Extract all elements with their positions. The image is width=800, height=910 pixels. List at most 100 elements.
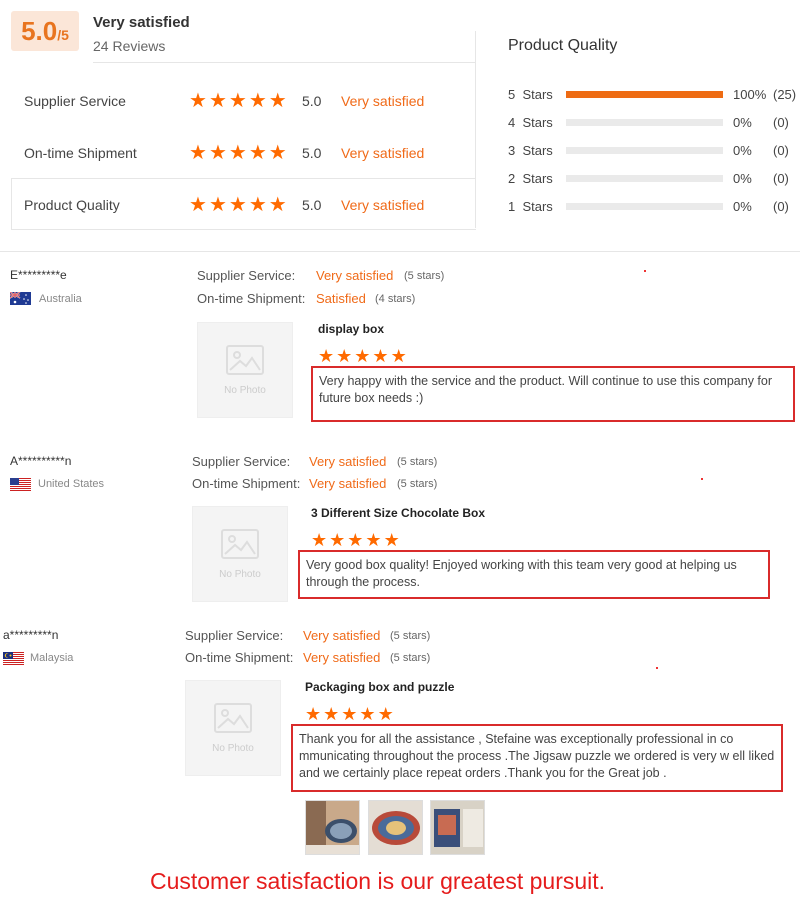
panel-highlight-left (11, 178, 12, 230)
reviewer-name: a*********n (3, 628, 59, 642)
bar-label-4: 4 Stars (508, 115, 553, 130)
star-icon: ★ (208, 142, 227, 164)
panel-top-line (93, 62, 476, 63)
product-no-photo[interactable]: No Photo (185, 680, 281, 776)
review-rating-stars: ★ ★ ★ ★ ★ (305, 705, 394, 723)
supplier-service-label: Supplier Service: (197, 268, 296, 283)
star-icon: ★ (377, 704, 394, 724)
star-icon: ★ (329, 530, 346, 550)
star-icon: ★ (189, 194, 207, 216)
no-photo-label: No Photo (224, 385, 266, 396)
product-title[interactable]: display box (318, 322, 384, 336)
bar-label-1: 1 Stars (508, 199, 553, 214)
star-icon: ★ (248, 90, 267, 112)
product-title[interactable]: 3 Different Size Chocolate Box (311, 506, 485, 520)
reviewer-name: A**********n (10, 454, 72, 468)
ontime-shipment-stars: (4 stars) (375, 293, 416, 305)
supplier-service-rating: Very satisfied (309, 454, 387, 469)
reviewer-country: United States (38, 478, 105, 490)
criteria-label-shipment: On-time Shipment (24, 145, 137, 161)
supplier-service-label: Supplier Service: (185, 628, 284, 643)
bar-count-5: (25) (773, 87, 797, 102)
review-rating-stars: ★ ★ ★ ★ ★ (318, 347, 407, 365)
malaysia-flag-icon (3, 652, 24, 665)
review-text: Very happy with the service and the prod… (319, 374, 773, 405)
ontime-shipment-rating: Very satisfied (303, 650, 381, 665)
star-icon: ★ (341, 704, 358, 724)
star-icon: ★ (189, 142, 207, 164)
product-no-photo[interactable]: No Photo (192, 506, 288, 602)
star-icon: ★ (228, 90, 247, 112)
bar-count-3: (0) (773, 143, 789, 158)
star-icon: ★ (336, 346, 353, 366)
star-icon: ★ (372, 346, 389, 366)
bar-pct-5: 100% (733, 87, 767, 102)
panel-highlight-bottom (11, 229, 476, 230)
review-photo-image (431, 801, 484, 854)
review-photo-2[interactable] (368, 800, 423, 855)
bar-pct-1: 0% (733, 199, 752, 214)
review-text: Thank you for all the assistance , Stefa… (299, 732, 775, 780)
us-flag-icon (10, 478, 31, 491)
star-icon: ★ (248, 142, 267, 164)
criteria-score-supplier: 5.0 (302, 93, 322, 109)
overall-score-suffix: /5 (57, 27, 69, 43)
criteria-text-supplier: Very satisfied (341, 93, 425, 109)
criteria-label-quality[interactable]: Product Quality (24, 197, 120, 213)
review-count: 24 Reviews (93, 38, 166, 54)
bar-track-2 (566, 175, 723, 182)
bar-label-3: 3 Stars (508, 143, 553, 158)
ontime-shipment-label: On-time Shipment: (192, 476, 301, 491)
overall-score-badge: 5.0/5 (11, 11, 79, 51)
star-icon: ★ (305, 704, 322, 724)
star-icon: ★ (248, 194, 267, 216)
red-dot-mark (656, 667, 658, 669)
review-text-box: Very good box quality! Enjoyed working w… (298, 550, 770, 599)
bar-fill-5 (566, 91, 723, 98)
star-icon: ★ (365, 530, 382, 550)
ontime-shipment-label: On-time Shipment: (185, 650, 294, 665)
bar-track-4 (566, 119, 723, 126)
satisfaction-tagline: Customer satisfaction is our greatest pu… (149, 868, 606, 894)
overall-rating-title: Very satisfied (93, 14, 190, 31)
ontime-shipment-rating: Satisfied (316, 291, 366, 306)
bar-pct-4: 0% (733, 115, 752, 130)
panel-highlight-top (11, 178, 476, 179)
image-placeholder-icon (226, 345, 264, 375)
bar-label-5: 5 Stars (508, 87, 553, 102)
no-photo-label: No Photo (212, 743, 254, 754)
review-photo-image (369, 801, 422, 854)
review-photo-image (306, 801, 359, 854)
review-photo-1[interactable] (305, 800, 360, 855)
reviewer-country: Australia (39, 293, 82, 305)
review-text-box: Very happy with the service and the prod… (311, 366, 795, 422)
supplier-service-stars: (5 stars) (390, 630, 431, 642)
star-icon: ★ (318, 346, 335, 366)
criteria-text-quality: Very satisfied (341, 197, 425, 213)
product-title[interactable]: Packaging box and puzzle (305, 680, 454, 694)
bar-count-4: (0) (773, 115, 789, 130)
ontime-shipment-rating: Very satisfied (309, 476, 387, 491)
supplier-service-stars: (5 stars) (397, 456, 438, 468)
star-icon: ★ (208, 90, 227, 112)
red-dot-mark (701, 478, 703, 480)
review-photo-3[interactable] (430, 800, 485, 855)
criteria-stars-supplier: ★ ★ ★ ★ ★ (189, 91, 287, 111)
bar-track-5 (566, 91, 723, 98)
review-text: Very good box quality! Enjoyed working w… (306, 558, 737, 589)
criteria-label-supplier: Supplier Service (24, 93, 126, 109)
no-photo-label: No Photo (219, 569, 261, 580)
supplier-service-rating: Very satisfied (303, 628, 381, 643)
bar-pct-3: 0% (733, 143, 752, 158)
review-text-box: Thank you for all the assistance , Stefa… (291, 724, 783, 792)
image-placeholder-icon (221, 529, 259, 559)
criteria-stars-shipment: ★ ★ ★ ★ ★ (189, 143, 287, 163)
image-placeholder-icon (214, 703, 252, 733)
panel-right-line (475, 31, 476, 228)
star-icon: ★ (268, 142, 287, 164)
criteria-score-shipment: 5.0 (302, 145, 322, 161)
australia-flag-icon (10, 292, 31, 305)
star-icon: ★ (268, 90, 287, 112)
product-no-photo[interactable]: No Photo (197, 322, 293, 418)
star-icon: ★ (390, 346, 407, 366)
